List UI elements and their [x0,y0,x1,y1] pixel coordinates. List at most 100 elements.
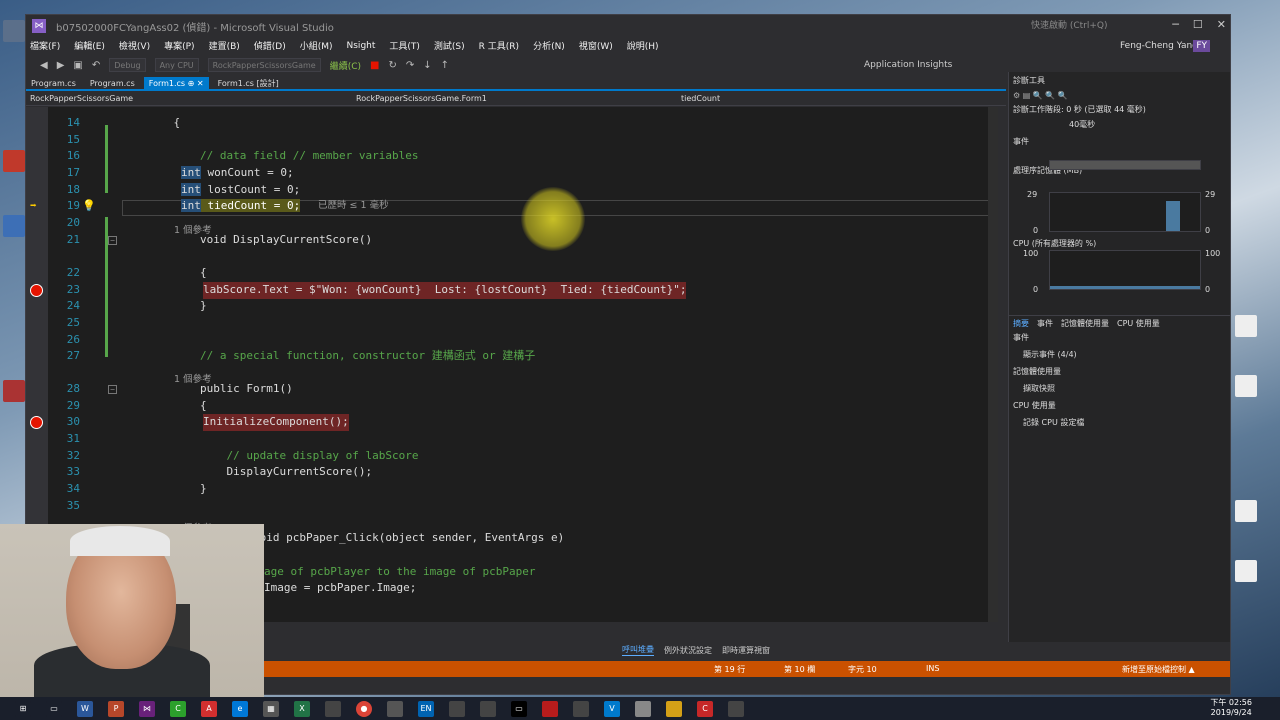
tab-summary[interactable]: 摘要 [1013,318,1029,329]
menu-nsight[interactable]: Nsight [347,41,376,51]
line-number: 21 [66,233,80,246]
breakpoint-icon[interactable] [30,416,43,429]
menu-debug[interactable]: 偵錯(D) [254,39,286,52]
start-icon[interactable]: ⊞ [15,700,31,717]
status-insert-mode: INS [926,664,940,673]
class-dropdown[interactable]: RockPapperScissorsGame.Form1 [356,94,487,103]
lightbulb-icon[interactable]: 💡 [82,198,96,215]
chrome-icon[interactable]: ● [356,700,372,717]
file-explorer-icon[interactable] [666,700,682,717]
menu-edit[interactable]: 編輯(E) [74,39,105,52]
code-line: { [147,399,207,412]
clock[interactable]: 下午 02:56 2019/9/24 [1210,698,1252,718]
desktop-app-icon[interactable] [1235,500,1257,522]
app-icon[interactable]: C [697,700,713,717]
acrobat-icon[interactable]: A [201,700,217,717]
collapse-icon[interactable]: − [108,236,117,245]
tab-immediate-window[interactable]: 即時運算視窗 [722,645,770,656]
quick-launch-input[interactable]: 快速啟動 (Ctrl+Q) [1031,18,1151,34]
tab-program-cs[interactable]: Program.cs [26,77,81,91]
tab-exception-settings[interactable]: 例外狀況設定 [664,645,712,656]
close-icon[interactable]: ✕ [1217,18,1226,31]
menu-project[interactable]: 專案(P) [164,39,194,52]
menu-file[interactable]: 檔案(F) [30,39,60,52]
startup-dropdown[interactable]: RockPapperScissorsGame [207,58,321,72]
app-icon[interactable] [542,700,558,717]
menu-tools[interactable]: 工具(T) [389,39,420,52]
tab-cpu-usage[interactable]: CPU 使用量 [1117,318,1160,329]
toolbar-icons[interactable]: ⚙ ▤ 🔍 🔍 🔍 [1009,89,1230,102]
minimize-icon[interactable]: ─ [1172,18,1179,31]
desktop-app-icon[interactable] [3,380,25,402]
continue-button[interactable]: 繼續(C) [330,59,361,72]
vertical-scrollbar[interactable] [988,107,998,622]
app-icon[interactable] [449,700,465,717]
menu-test[interactable]: 測試(S) [434,39,465,52]
desktop-app-icon[interactable] [3,150,25,172]
powerpoint-icon[interactable]: P [108,700,124,717]
tab-events[interactable]: 事件 [1037,318,1053,329]
menu-build[interactable]: 建置(B) [209,39,240,52]
config-dropdown[interactable]: Debug [109,58,146,72]
menu-window[interactable]: 視窗(W) [579,39,613,52]
language-icon[interactable]: EN [418,700,434,717]
app-icon[interactable] [325,700,341,717]
tab-program-cs-2[interactable]: Program.cs [85,77,140,91]
record-cpu-profile-button[interactable]: 記錄 CPU 設定檔 [1023,417,1084,428]
tab-memory-usage[interactable]: 記憶體使用量 [1061,318,1109,329]
app-icon[interactable] [635,700,651,717]
events-header[interactable]: 事件 [1009,134,1230,149]
add-to-source-control-button[interactable]: 新增至原始檔控制 ▲ [1122,664,1195,675]
desktop-app-icon[interactable] [1235,375,1257,397]
platform-dropdown[interactable]: Any CPU [154,58,199,72]
desktop-app-icon[interactable] [1235,315,1257,337]
visual-studio-taskbar-icon[interactable]: ⋈ [139,700,155,717]
vscode-icon[interactable]: V [604,700,620,717]
task-view-icon[interactable]: ▭ [46,700,62,717]
cpu-header[interactable]: CPU (所有處理器的 %) [1013,238,1096,249]
project-dropdown[interactable]: RockPapperScissorsGame [30,94,133,103]
calculator-icon[interactable]: ▦ [263,700,279,717]
avatar[interactable]: FY [1193,39,1210,52]
back-icon[interactable]: ◀ [40,60,48,71]
forward-icon[interactable]: ▶ [57,60,65,71]
menu-analyze[interactable]: 分析(N) [533,39,565,52]
app-icon[interactable] [728,700,744,717]
word-icon[interactable]: W [77,700,93,717]
step-out-icon[interactable]: ↑ [441,60,449,71]
stop-icon[interactable]: ■ [370,60,379,71]
take-snapshot-button[interactable]: 擷取快照 [1023,383,1055,394]
menu-view[interactable]: 檢視(V) [119,39,150,52]
step-into-icon[interactable]: ↓ [423,60,431,71]
undo-icon[interactable]: ↶ [92,60,100,71]
member-dropdown[interactable]: tiedCount [681,94,720,103]
desktop-app-icon[interactable] [3,215,25,237]
tab-call-stack[interactable]: 呼叫堆疊 [622,644,654,656]
collapse-icon[interactable]: − [108,385,117,394]
terminal-icon[interactable]: ▭ [511,700,527,717]
breakpoint-icon[interactable] [30,284,43,297]
cpu-min: 0 [1033,285,1039,294]
user-name[interactable]: Feng-Cheng Yang [1120,41,1198,51]
desktop-app-icon[interactable] [3,20,25,42]
app-icon[interactable] [480,700,496,717]
app-icon[interactable] [387,700,403,717]
step-over-icon[interactable]: ↷ [406,60,414,71]
restart-icon[interactable]: ↻ [388,60,396,71]
menu-bar: 檔案(F) 編輯(E) 檢視(V) 專案(P) 建置(B) 偵錯(D) 小組(M… [26,37,1230,54]
desktop-app-icon[interactable] [1235,560,1257,582]
menu-team[interactable]: 小組(M) [300,39,333,52]
menu-help[interactable]: 說明(H) [627,39,659,52]
tab-form1-cs[interactable]: Form1.cs ⊕ ✕ [143,77,209,91]
tab-form1-designer[interactable]: Form1.cs [設計] [213,77,284,91]
save-icon[interactable]: ▣ [73,60,82,71]
line-number: 19 [66,199,80,212]
camtasia-icon[interactable]: C [170,700,186,717]
application-insights-button[interactable]: Application Insights [864,60,952,70]
app-icon[interactable] [573,700,589,717]
edge-icon[interactable]: e [232,700,248,717]
show-events-link[interactable]: 顯示事件 (4/4) [1023,349,1077,360]
menu-r-tools[interactable]: R 工具(R) [479,39,519,52]
maximize-icon[interactable]: ☐ [1193,18,1203,31]
excel-icon[interactable]: X [294,700,310,717]
